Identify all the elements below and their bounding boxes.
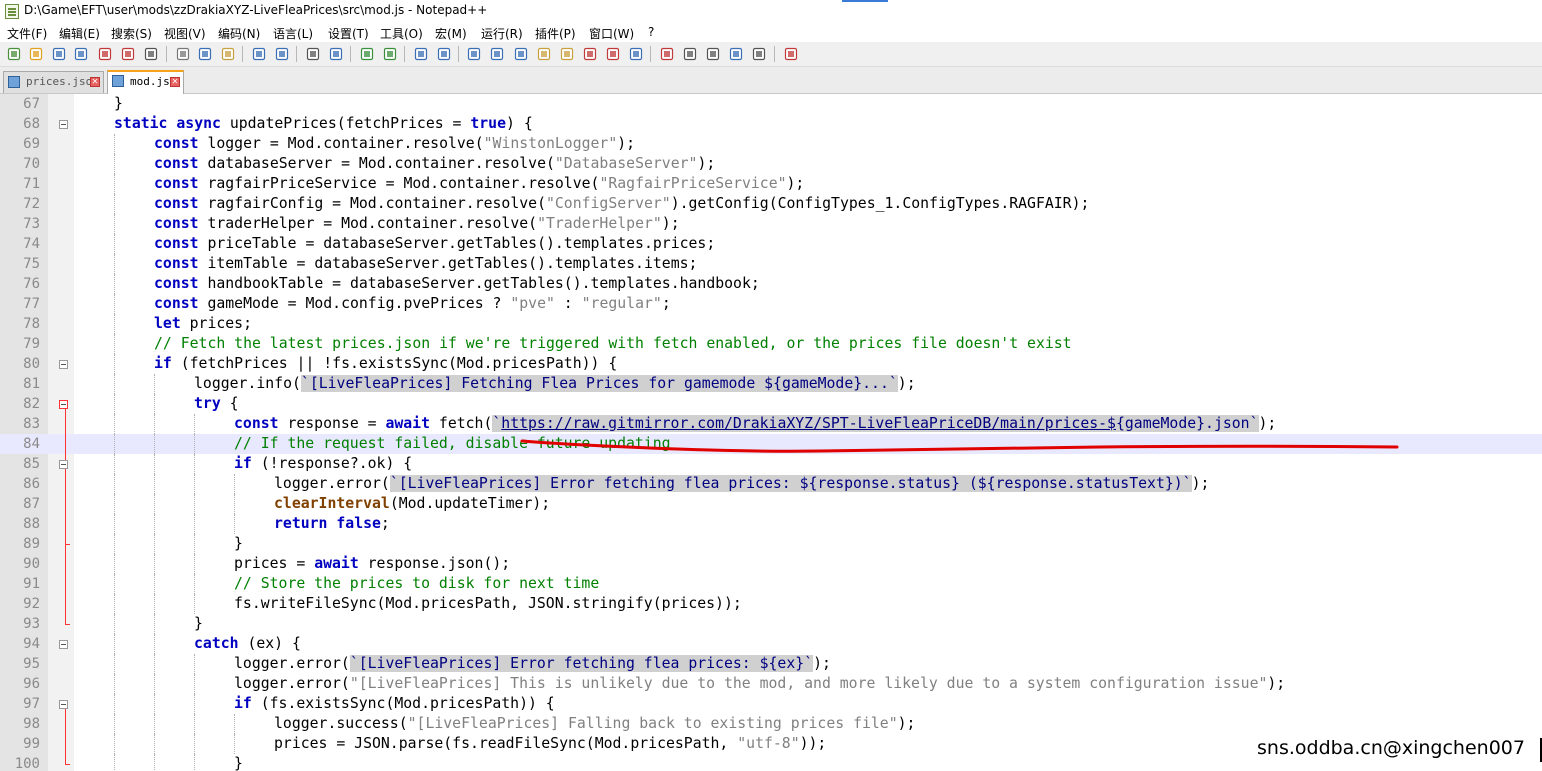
red-underline-annotation xyxy=(520,439,1399,453)
watermark-text: sns.oddba.cn@xingchen007 xyxy=(1257,737,1525,759)
